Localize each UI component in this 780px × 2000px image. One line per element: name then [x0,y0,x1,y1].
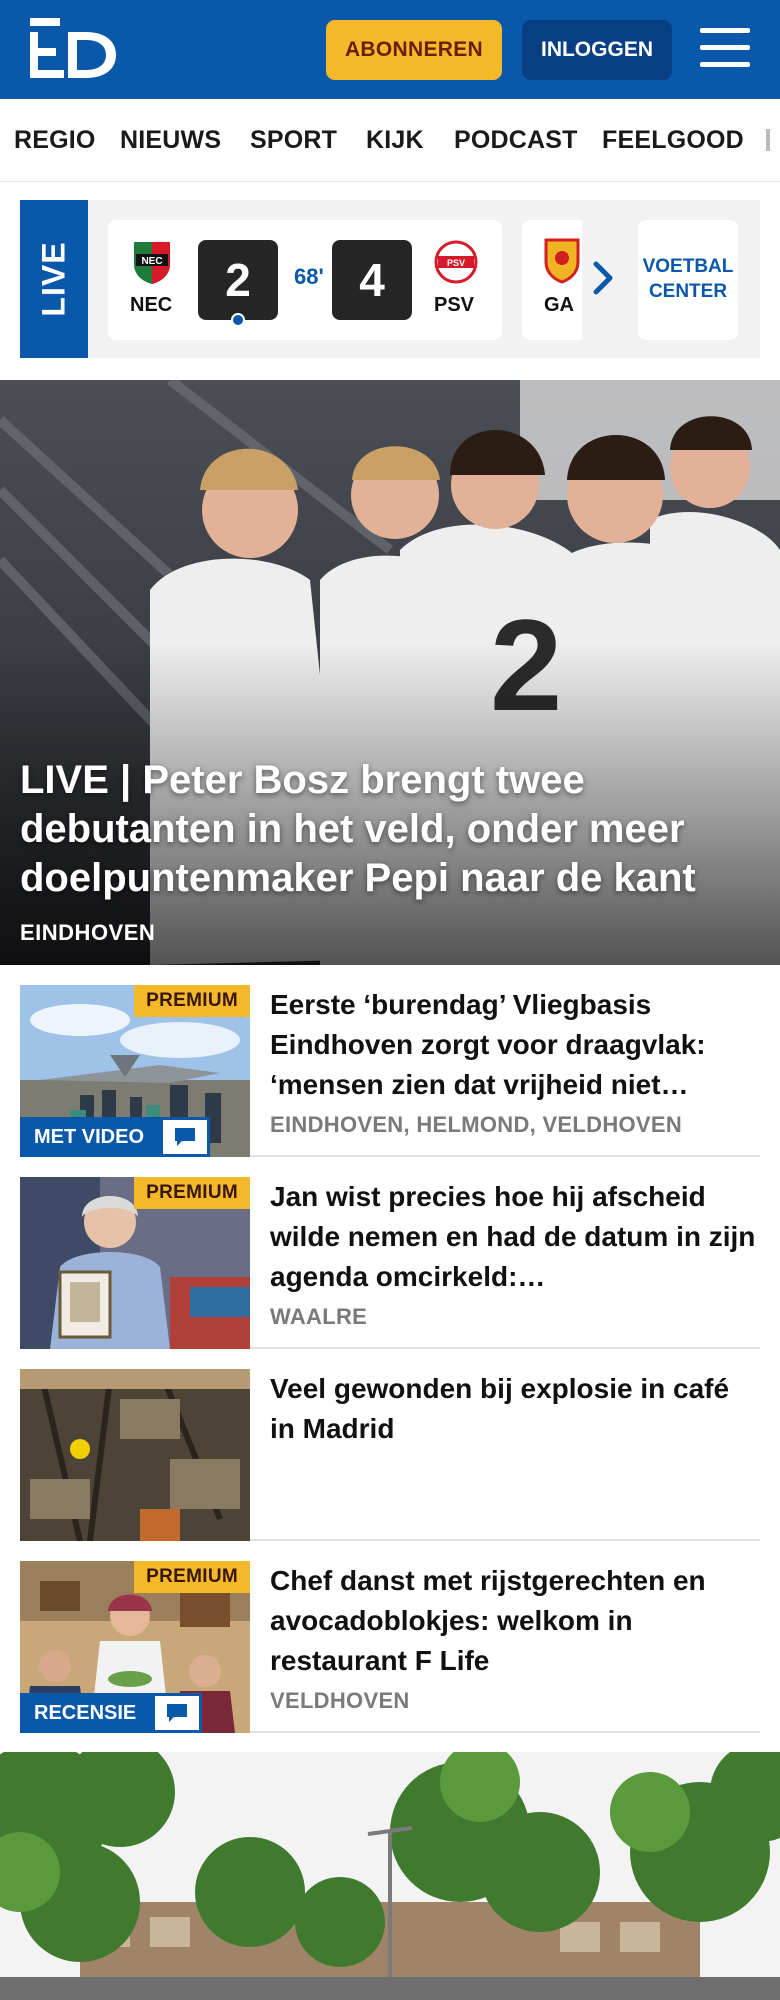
list-item[interactable]: Veel gewonden bij explosie in café in Ma… [20,1369,760,1541]
list-item[interactable]: PREMIUM MET VIDEO Eerste ‘burendag’ Vlie… [20,985,760,1157]
comment-icon [152,1693,202,1733]
subscribe-button[interactable]: ABONNEREN [326,20,502,80]
list-item[interactable]: PREMIUM RECENSIE Chef danst met rijstger… [20,1561,760,1733]
nec-crest-icon: NEC [134,242,170,284]
live-scores-bar: LIVE NEC NEC 2 68' 4 PSV PSV GA VOETBAL … [20,200,760,358]
nav-item-sport[interactable]: SPORT [250,126,337,155]
psv-crest-icon: PSV [434,240,478,284]
article-title[interactable]: Chef danst met rijstgerechten en avocado… [270,1561,760,1681]
article-location: WAALRE [270,1304,368,1329]
ed-logo[interactable]: ED [28,18,118,80]
hero-title[interactable]: LIVE | Peter Bosz brengt twee debutanten… [20,756,760,903]
home-team-name: NEC [130,294,173,316]
article-thumbnail: PREMIUM MET VIDEO [20,985,250,1157]
site-header: ED ABONNEREN INLOGGEN [0,0,780,99]
nav-item-feelgood[interactable]: FEELGOOD [602,126,744,155]
hero-article[interactable]: 2 LIVE | Peter Bosz brengt twee debutant… [0,380,780,965]
home-score: 2 [198,240,278,320]
voetbal-center-button[interactable]: VOETBAL CENTER [638,220,738,340]
main-nav: REGIO NIEUWS SPORT KIJK PODCAST FEELGOOD [0,99,780,182]
logo-text: ED [28,18,30,19]
premium-badge: PREMIUM [134,985,250,1017]
article-location: EINDHOVEN, HELMOND, VELDHOVEN [270,1112,683,1137]
article-location: VELDHOVEN [270,1688,410,1713]
list-item[interactable]: PREMIUM Jan wist precies hoe hij afschei… [20,1177,760,1349]
comment-icon [160,1117,210,1157]
nav-overflow-indicator [766,129,770,151]
premium-badge: PREMIUM [134,1561,250,1593]
live-dot-icon [231,313,245,327]
next-match-card[interactable]: GA [522,220,582,340]
nav-item-regio[interactable]: REGIO [14,126,96,155]
next-team-name: GA [544,294,574,316]
article-thumbnail: PREMIUM RECENSIE [20,1561,250,1733]
hero-location: EINDHOVEN [20,920,156,945]
away-team-name: PSV [434,294,475,316]
article-thumbnail [20,1369,250,1541]
hamburger-icon[interactable] [700,28,750,72]
article-thumbnail: PREMIUM [20,1177,250,1349]
article-title[interactable]: Veel gewonden bij explosie in café in Ma… [270,1369,760,1449]
review-tag: RECENSIE [20,1693,152,1733]
hero-live-prefix: LIVE [20,758,109,802]
live-label: LIVE [20,200,88,358]
svg-text:PSV: PSV [447,258,465,268]
nav-item-podcast[interactable]: PODCAST [454,126,578,155]
away-score: 4 [332,240,412,320]
article-title[interactable]: Jan wist precies hoe hij afscheid wilde … [270,1177,760,1297]
svg-text:NEC: NEC [141,256,162,267]
premium-badge: PREMIUM [134,1177,250,1209]
ga-eagles-crest-icon [544,238,580,284]
match-card[interactable]: NEC NEC 2 68' 4 PSV PSV [108,220,502,340]
hero-separator: | [120,758,132,802]
next-article-photo[interactable] [0,1752,780,2000]
article-title[interactable]: Eerste ‘burendag’ Vliegbasis Eindhoven z… [270,985,760,1105]
nav-item-kijk[interactable]: KIJK [366,126,424,155]
nav-item-nieuws[interactable]: NIEUWS [120,126,221,155]
login-button[interactable]: INLOGGEN [522,20,672,80]
video-tag: MET VIDEO [20,1117,160,1157]
chevron-right-icon[interactable] [590,260,616,296]
match-minute: 68' [294,264,324,289]
